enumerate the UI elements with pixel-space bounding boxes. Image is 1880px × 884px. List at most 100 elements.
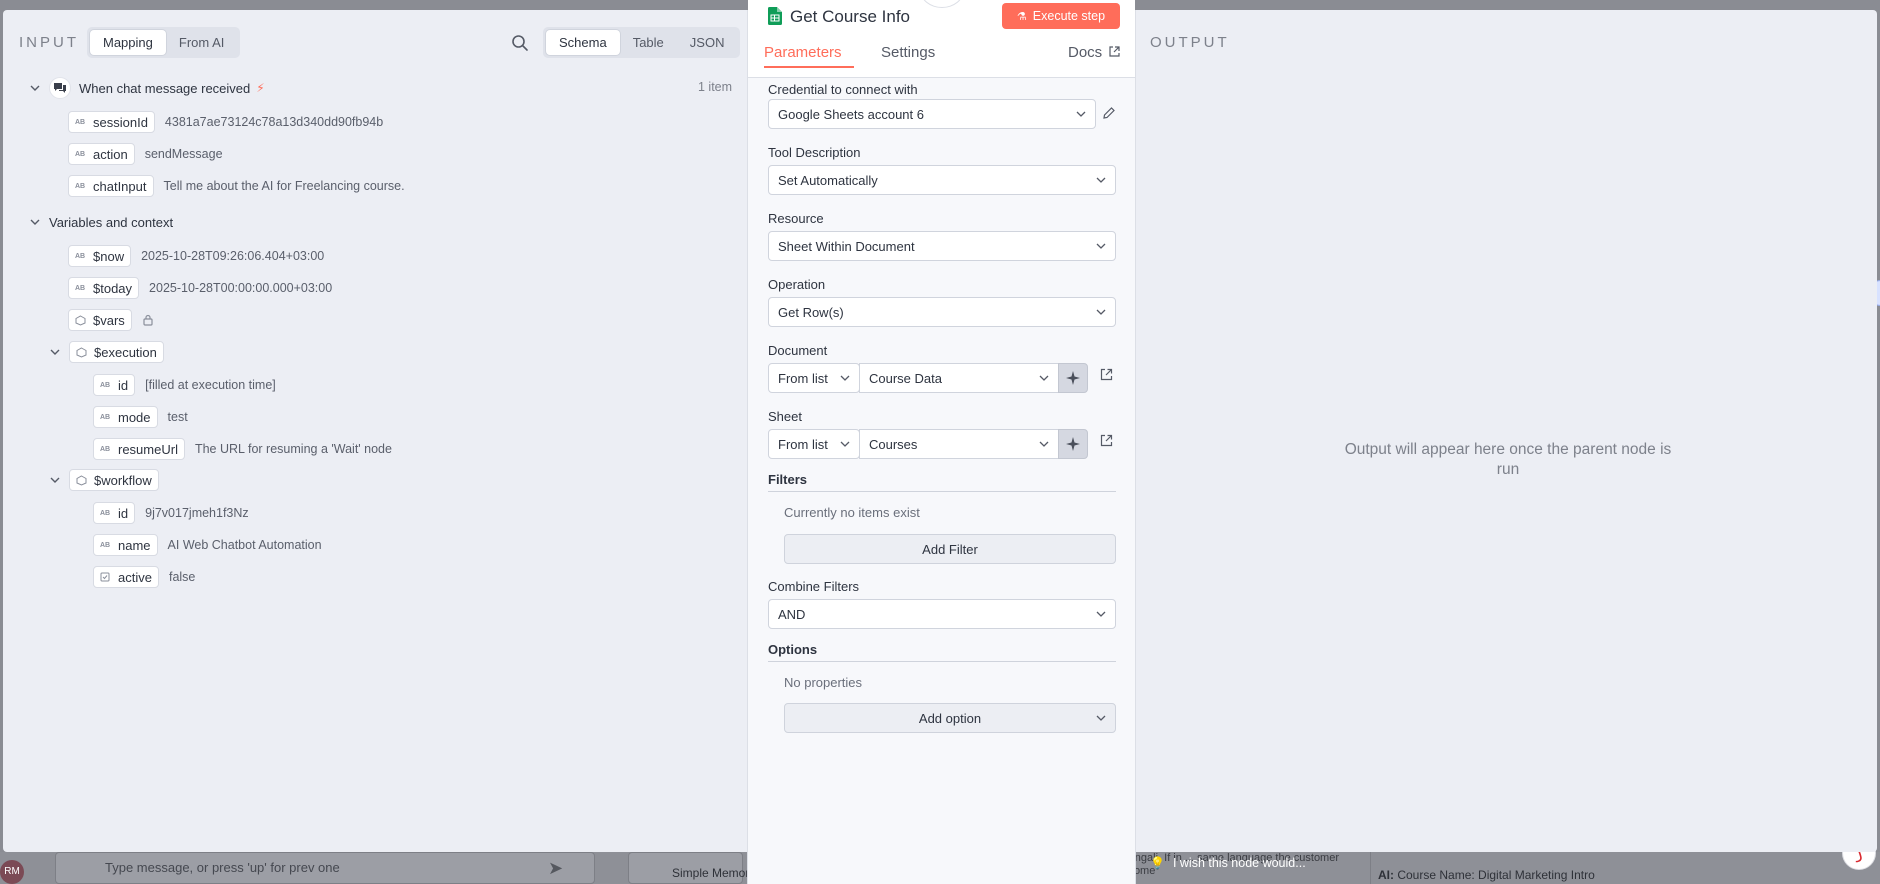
schema-field-pill[interactable]: AB sessionId (68, 111, 155, 133)
object-type-icon (74, 345, 88, 359)
object-type-icon (73, 313, 87, 327)
ai-sparkle-button[interactable] (1058, 363, 1088, 393)
credential-select[interactable]: Google Sheets account 6 (768, 99, 1096, 129)
variable-pill[interactable]: AB $today (68, 277, 140, 299)
avatar[interactable]: RM (0, 860, 24, 884)
schema-field-pill[interactable]: AB action (68, 143, 135, 165)
trigger-node-row[interactable]: When chat message received ⚡ (29, 77, 265, 99)
tab-parameters[interactable]: Parameters (764, 44, 842, 61)
variable-row[interactable]: $vars (68, 309, 154, 331)
variable-key: id (118, 505, 129, 521)
send-icon[interactable]: ➤ (548, 858, 563, 879)
add-filter-button[interactable]: Add Filter (784, 534, 1116, 564)
schema-field-pill[interactable]: AB chatInput (68, 175, 154, 197)
variables-section-title: Variables and context (49, 214, 174, 230)
variable-row[interactable]: AB $now 2025-10-28T09:26:06.404+03:00 (68, 245, 324, 267)
execute-step-button[interactable]: ⚗ Execute step (1002, 3, 1120, 29)
schema-field-value: Tell me about the AI for Freelancing cou… (163, 179, 405, 193)
pencil-icon[interactable] (1102, 106, 1116, 120)
variable-pill[interactable]: AB name (93, 534, 158, 556)
variable-row[interactable]: AB mode test (93, 406, 188, 428)
view-tab-schema[interactable]: Schema (546, 30, 620, 55)
lightning-bolt-icon: ⚡ (256, 81, 265, 95)
variable-row[interactable]: AB $today 2025-10-28T00:00:00.000+03:00 (68, 277, 332, 299)
tab-settings[interactable]: Settings (881, 44, 935, 61)
external-link-icon[interactable] (1100, 368, 1113, 381)
sparkle-icon (1066, 371, 1080, 385)
active-tab-indicator (764, 66, 854, 68)
external-link-icon[interactable] (1100, 434, 1113, 447)
chat-bubble-icon (49, 77, 71, 99)
chevron-down-icon[interactable] (49, 346, 61, 358)
variable-row[interactable]: AB id [filled at execution time] (93, 374, 276, 396)
chevron-down-icon[interactable] (29, 82, 41, 94)
chevron-down-icon[interactable] (49, 474, 61, 486)
mode-tab-from-ai[interactable]: From AI (166, 30, 238, 55)
feedback-tip[interactable]: 💡 I wish this node would... (1150, 856, 1306, 870)
operation-value: Get Row(s) (778, 304, 844, 320)
variable-pill[interactable]: AB mode (93, 406, 158, 428)
credential-label: Credential to connect with (768, 82, 918, 97)
document-select[interactable]: Course Data (859, 363, 1059, 393)
ai-sparkle-button[interactable] (1058, 429, 1088, 459)
variable-pill[interactable]: AB resumeUrl (93, 438, 185, 460)
variable-pill[interactable]: active (93, 566, 159, 588)
schema-field-row[interactable]: AB action sendMessage (68, 143, 223, 165)
node-handle[interactable] (920, 0, 964, 8)
string-type-icon: AB (74, 150, 86, 158)
search-icon[interactable] (509, 32, 531, 54)
resource-label: Resource (768, 211, 824, 226)
combine-filters-select[interactable]: AND (768, 599, 1116, 629)
string-type-icon: AB (74, 118, 86, 126)
sheet-value: Courses (869, 436, 918, 452)
view-tab-table[interactable]: Table (620, 30, 677, 55)
variable-row[interactable]: AB resumeUrl The URL for resuming a 'Wait… (93, 438, 392, 460)
docs-label: Docs (1068, 44, 1103, 61)
operation-label: Operation (768, 277, 826, 292)
chat-output-text: Course Name: Digital Marketing Intro (1397, 868, 1595, 882)
variable-value: 2025-10-28T09:26:06.404+03:00 (141, 249, 325, 263)
chat-output-prefix: AI: (1378, 868, 1394, 882)
variable-row[interactable]: AB id 9j7v017jmeh1f3Nz (93, 502, 249, 524)
boolean-type-icon (98, 570, 112, 584)
variable-pill[interactable]: AB $now (68, 245, 132, 267)
schema-field-row[interactable]: AB sessionId 4381a7ae73124c78a13d340dd90f… (68, 111, 383, 133)
document-mode-select[interactable]: From list (768, 363, 860, 393)
variable-pill[interactable]: AB id (93, 502, 136, 524)
variable-key: mode (118, 409, 151, 425)
schema-field-row[interactable]: AB chatInput Tell me about the AI for Fre… (68, 175, 405, 197)
variable-row[interactable]: AB name AI Web Chatbot Automation (93, 534, 322, 556)
variable-pill[interactable]: $workflow (69, 469, 159, 491)
view-tab-json[interactable]: JSON (677, 30, 738, 55)
execution-group-row[interactable]: $execution (49, 341, 164, 363)
memory-node-label: Simple Memory (672, 866, 756, 880)
credential-value: Google Sheets account 6 (778, 106, 924, 122)
add-option-button[interactable]: Add option (784, 703, 1116, 733)
docs-link[interactable]: Docs (1068, 44, 1120, 61)
string-type-icon: AB (74, 284, 86, 292)
filters-empty-text: Currently no items exist (784, 505, 920, 520)
variable-pill[interactable]: AB id (93, 374, 136, 396)
tool-description-select[interactable]: Set Automatically (768, 165, 1116, 195)
chat-output-line: AI: Course Name: Digital Marketing Intro (1378, 868, 1595, 882)
variable-key: name (118, 537, 151, 553)
chevron-down-icon[interactable] (29, 216, 41, 228)
filters-section-title: Filters (768, 472, 1116, 492)
flask-icon: ⚗ (1016, 10, 1027, 23)
options-section-title: Options (768, 642, 1116, 662)
sheet-mode-select[interactable]: From list (768, 429, 860, 459)
combine-filters-label: Combine Filters (768, 579, 860, 594)
variable-pill[interactable]: $execution (69, 341, 164, 363)
workflow-group-row[interactable]: $workflow (49, 469, 159, 491)
document-mode-value: From list (778, 370, 828, 386)
variable-row[interactable]: active false (93, 566, 195, 588)
variables-section-row[interactable]: Variables and context (29, 211, 173, 233)
operation-select[interactable]: Get Row(s) (768, 297, 1116, 327)
sheet-select[interactable]: Courses (859, 429, 1059, 459)
output-panel-label: OUTPUT (1150, 34, 1230, 51)
variable-pill[interactable]: $vars (68, 309, 132, 331)
combine-filters-value: AND (778, 606, 806, 622)
mode-tab-mapping[interactable]: Mapping (90, 30, 166, 55)
node-title[interactable]: Get Course Info (790, 7, 910, 27)
resource-select[interactable]: Sheet Within Document (768, 231, 1116, 261)
